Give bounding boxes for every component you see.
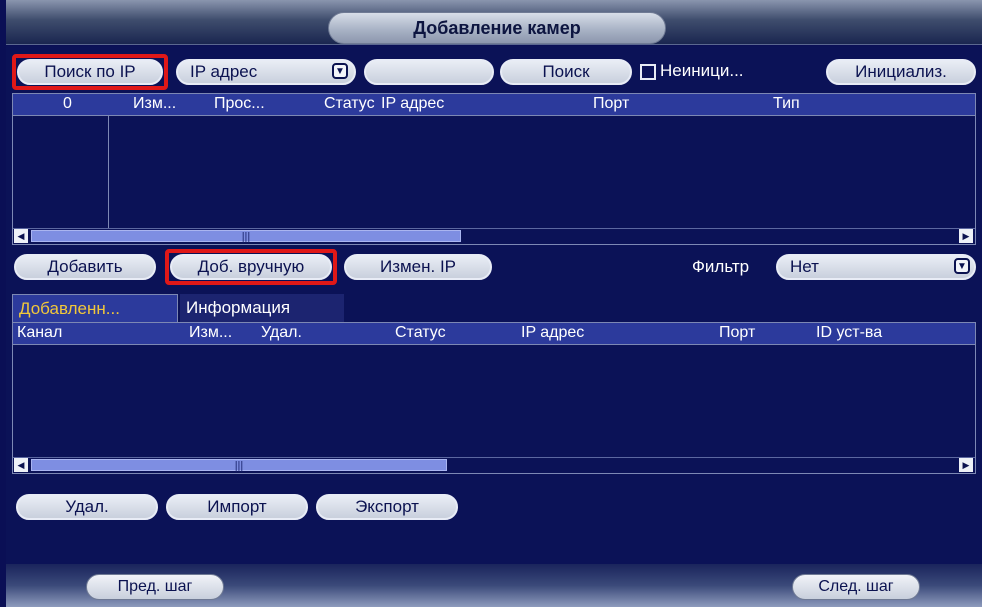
filter-selected: Нет [790,257,819,276]
found-table-scrollbar[interactable]: ◀ ||| ▶ [13,228,975,244]
found-table-header: 0 Изм... Прос... Статус IP адрес Порт Ти… [13,94,975,116]
scroll-thumb[interactable]: ||| [31,459,447,472]
chevron-down-icon[interactable]: ▼ [332,63,348,79]
filter-label: Фильтр [692,257,750,276]
col-channel: Канал [17,324,63,341]
ip-type-selected: IP адрес [190,62,258,81]
scroll-left-icon[interactable]: ◀ [14,229,28,243]
col-port: Порт [719,324,756,341]
col-ip: IP адрес [381,95,445,112]
added-devices-table[interactable]: Канал Изм... Удал. Статус IP адрес Порт … [12,322,976,474]
col-port: Порт [593,95,630,112]
filter-select[interactable]: Нет [776,254,976,280]
scroll-right-icon[interactable]: ▶ [959,229,973,243]
search-by-ip-button[interactable]: Поиск по IP [17,59,163,85]
next-step-button[interactable]: След. шаг [792,574,920,600]
export-button[interactable]: Экспорт [316,494,458,520]
ip-type-select[interactable]: IP адрес [176,59,356,85]
col-edit: Изм... [189,324,233,341]
change-ip-button[interactable]: Измен. IP [344,254,492,280]
ip-input[interactable] [364,59,494,85]
found-devices-table[interactable]: 0 Изм... Прос... Статус IP адрес Порт Ти… [12,93,976,245]
scroll-left-icon[interactable]: ◀ [14,458,28,472]
col-device-id: ID уст-ва [816,324,883,341]
col-edit: Изм... [133,95,177,112]
uninit-checkbox-label: Неиници... [660,61,744,80]
col-status: Статус [395,324,446,341]
grip-icon: ||| [234,460,244,472]
col-type: Тип [773,95,800,112]
col-index: 0 [63,95,72,112]
col-ip: IP адрес [521,324,585,341]
grip-icon: ||| [241,231,251,243]
tab-information-label: Информация [186,298,291,317]
chevron-down-icon[interactable]: ▼ [954,258,970,274]
added-table-scrollbar[interactable]: ◀ ||| ▶ [13,457,975,473]
scroll-right-icon[interactable]: ▶ [959,458,973,472]
manual-add-button[interactable]: Доб. вручную [170,254,332,280]
window-title: Добавление камер [328,12,666,44]
col-view: Прос... [214,95,265,112]
add-button[interactable]: Добавить [14,254,156,280]
prev-step-button[interactable]: Пред. шаг [86,574,224,600]
scroll-thumb[interactable]: ||| [31,230,461,243]
tab-information[interactable]: Информация [180,294,344,322]
tab-added-label: Добавленн... [19,298,120,318]
delete-button[interactable]: Удал. [16,494,158,520]
col-status: Статус [324,95,375,112]
added-table-header: Канал Изм... Удал. Статус IP адрес Порт … [13,323,975,345]
column-divider [108,116,109,228]
uninit-checkbox[interactable] [640,64,656,80]
tab-added[interactable]: Добавленн... [12,294,178,322]
search-button[interactable]: Поиск [500,59,632,85]
initialize-button[interactable]: Инициализ. [826,59,976,85]
col-delete: Удал. [261,324,302,341]
import-button[interactable]: Импорт [166,494,308,520]
